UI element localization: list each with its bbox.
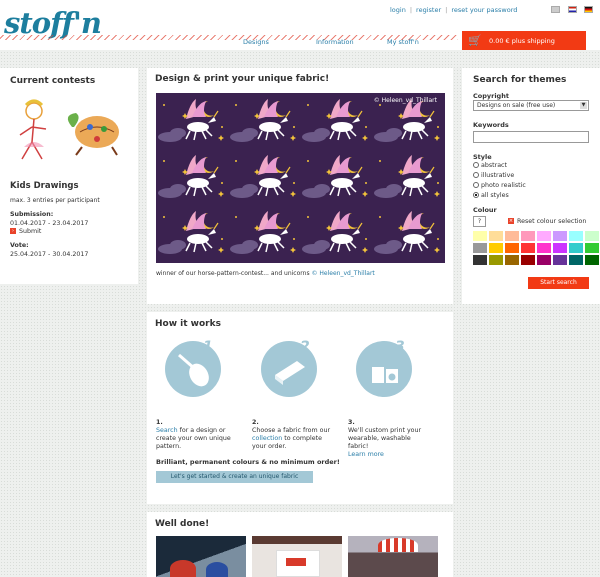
step-number: 2 bbox=[300, 339, 310, 355]
colour-swatch[interactable] bbox=[505, 255, 519, 265]
step-2-text: 2. Choose a fabric from our collection to… bbox=[252, 419, 331, 450]
well-done-heading: Well done! bbox=[155, 519, 210, 529]
nav-designs[interactable]: Designs bbox=[243, 38, 269, 46]
get-started-button[interactable]: Let's get started & create an unique fab… bbox=[156, 471, 313, 483]
step-number: 1 bbox=[203, 339, 213, 355]
english-flag-icon[interactable] bbox=[551, 6, 560, 13]
fabric-pattern-image[interactable]: © Heleen_vd_Thillart bbox=[156, 93, 445, 263]
cart-total: 0.00 € plus shipping bbox=[489, 37, 555, 45]
arrow-icon: › bbox=[10, 228, 16, 234]
colour-swatch[interactable] bbox=[521, 231, 535, 241]
how-heading: How it works bbox=[155, 319, 221, 329]
fabric-credit: winner of our horse-pattern-contest... a… bbox=[156, 270, 375, 277]
style-illustrative-radio[interactable]: illustrative bbox=[473, 172, 514, 179]
style-all-radio[interactable]: all styles bbox=[473, 192, 509, 199]
colour-swatch[interactable] bbox=[473, 255, 487, 265]
colour-swatch[interactable] bbox=[489, 231, 503, 241]
reset-password-link[interactable]: reset your password bbox=[451, 6, 517, 14]
top-links: login | register | reset your password bbox=[390, 6, 518, 14]
colour-swatch[interactable] bbox=[537, 243, 551, 253]
colour-swatch[interactable] bbox=[489, 243, 503, 253]
start-search-button[interactable]: Start search bbox=[528, 277, 589, 289]
colour-picker[interactable]: ? bbox=[473, 216, 486, 227]
dutch-flag-icon[interactable] bbox=[568, 6, 577, 13]
step-number: 3 bbox=[395, 339, 405, 355]
copyright-select[interactable]: Designs on sale (free use) ▼ bbox=[473, 100, 589, 111]
colour-swatch[interactable] bbox=[585, 231, 599, 241]
collection-link[interactable]: collection bbox=[252, 435, 282, 442]
colour-palette bbox=[473, 231, 599, 265]
colour-swatch[interactable] bbox=[537, 255, 551, 265]
step-1-text: 1. Search for a design or create your own… bbox=[156, 419, 231, 450]
style-abstract-radio[interactable]: abstract bbox=[473, 162, 507, 169]
submission-dates: 01.04.2017 - 23.04.2017 bbox=[10, 220, 89, 227]
watermark: © Heleen_vd_Thillart bbox=[373, 97, 437, 104]
colour-swatch[interactable] bbox=[569, 231, 583, 241]
colour-swatch[interactable] bbox=[473, 243, 487, 253]
chevron-down-icon: ▼ bbox=[580, 102, 587, 109]
german-flag-icon[interactable] bbox=[584, 6, 593, 13]
colour-swatch[interactable] bbox=[585, 243, 599, 253]
contest-entries: max. 3 entries per participant bbox=[10, 197, 100, 204]
brilliant-colours-text: Brilliant, permanent colours & no minimu… bbox=[156, 458, 340, 466]
submission-label: Submission: bbox=[10, 211, 54, 218]
colour-swatch[interactable] bbox=[505, 231, 519, 241]
colour-swatch[interactable] bbox=[489, 255, 503, 265]
nav-information[interactable]: Information bbox=[316, 38, 354, 46]
colour-swatch[interactable] bbox=[505, 243, 519, 253]
designer-link[interactable]: © Heleen_vd_Thillart bbox=[311, 270, 374, 277]
customer-photo-pillows[interactable] bbox=[156, 536, 246, 577]
search-link[interactable]: Search bbox=[156, 427, 178, 434]
feature-heading: Design & print your unique fabric! bbox=[155, 74, 330, 84]
colour-swatch[interactable] bbox=[553, 231, 567, 241]
kids-drawing-image[interactable] bbox=[12, 97, 124, 167]
close-icon: × bbox=[508, 218, 514, 224]
cart-button[interactable]: 🛒 0.00 € plus shipping bbox=[462, 31, 586, 50]
style-photo-radio[interactable]: photo realistic bbox=[473, 182, 526, 189]
header: stoff'n login | register | reset your passwo… bbox=[0, 0, 600, 50]
cart-icon: 🛒 bbox=[468, 34, 482, 47]
colour-swatch[interactable] bbox=[521, 243, 535, 253]
colour-swatch[interactable] bbox=[537, 231, 551, 241]
colour-swatch[interactable] bbox=[553, 243, 567, 253]
colour-swatch[interactable] bbox=[569, 255, 583, 265]
keywords-input[interactable] bbox=[473, 131, 589, 143]
search-heading: Search for themes bbox=[473, 75, 567, 85]
step-3-text: 3. We'll custom print your wearable, wash… bbox=[348, 419, 422, 458]
login-link[interactable]: login bbox=[390, 6, 406, 14]
colour-swatch[interactable] bbox=[521, 255, 535, 265]
unicorn-pattern bbox=[156, 93, 445, 263]
copyright-label: Copyright bbox=[473, 92, 509, 100]
vote-label: Vote: bbox=[10, 242, 29, 249]
nav-my-stoffn[interactable]: My stoff'n bbox=[387, 38, 419, 46]
colour-swatch[interactable] bbox=[553, 255, 567, 265]
submit-link[interactable]: › Submit bbox=[10, 228, 41, 235]
vote-dates: 25.04.2017 - 30.04.2017 bbox=[10, 251, 89, 258]
register-link[interactable]: register bbox=[416, 6, 441, 14]
keywords-label: Keywords bbox=[473, 121, 509, 129]
colour-swatch[interactable] bbox=[569, 243, 583, 253]
customer-photo-hat[interactable] bbox=[348, 536, 438, 577]
style-label: Style bbox=[473, 153, 492, 161]
customer-photo-cushion[interactable] bbox=[252, 536, 342, 577]
colour-swatch[interactable] bbox=[473, 231, 487, 241]
colour-label: Colour bbox=[473, 206, 497, 214]
contest-title[interactable]: Kids Drawings bbox=[10, 181, 79, 191]
reset-colour-link[interactable]: × Reset colour selection bbox=[508, 218, 586, 225]
contests-heading: Current contests bbox=[10, 76, 96, 86]
colour-swatch[interactable] bbox=[585, 255, 599, 265]
learn-more-link[interactable]: Learn more bbox=[348, 451, 384, 458]
